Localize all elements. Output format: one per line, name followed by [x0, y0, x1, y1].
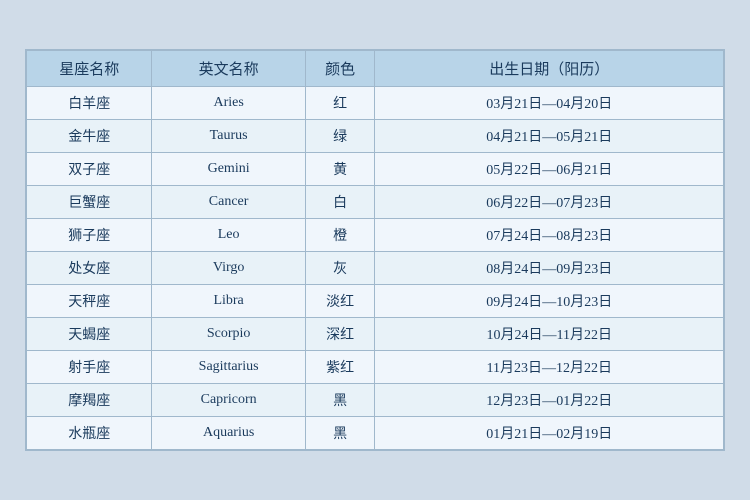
- cell-date: 09月24日—10月23日: [375, 285, 724, 318]
- cell-date: 10月24日—11月22日: [375, 318, 724, 351]
- table-row: 天蝎座Scorpio深红10月24日—11月22日: [27, 318, 724, 351]
- cell-chinese: 处女座: [27, 252, 152, 285]
- zodiac-table-container: 星座名称 英文名称 颜色 出生日期（阳历） 白羊座Aries红03月21日—04…: [25, 49, 725, 451]
- cell-color: 灰: [305, 252, 375, 285]
- cell-english: Scorpio: [152, 318, 305, 351]
- cell-chinese: 狮子座: [27, 219, 152, 252]
- cell-english: Taurus: [152, 120, 305, 153]
- table-row: 水瓶座Aquarius黑01月21日—02月19日: [27, 417, 724, 450]
- table-header-row: 星座名称 英文名称 颜色 出生日期（阳历）: [27, 51, 724, 87]
- cell-chinese: 射手座: [27, 351, 152, 384]
- cell-date: 08月24日—09月23日: [375, 252, 724, 285]
- header-birthdate: 出生日期（阳历）: [375, 51, 724, 87]
- cell-color: 绿: [305, 120, 375, 153]
- cell-color: 橙: [305, 219, 375, 252]
- cell-chinese: 水瓶座: [27, 417, 152, 450]
- cell-english: Capricorn: [152, 384, 305, 417]
- cell-color: 黑: [305, 384, 375, 417]
- table-row: 狮子座Leo橙07月24日—08月23日: [27, 219, 724, 252]
- cell-chinese: 巨蟹座: [27, 186, 152, 219]
- header-english-name: 英文名称: [152, 51, 305, 87]
- cell-color: 紫红: [305, 351, 375, 384]
- table-row: 摩羯座Capricorn黑12月23日—01月22日: [27, 384, 724, 417]
- cell-chinese: 天蝎座: [27, 318, 152, 351]
- cell-english: Cancer: [152, 186, 305, 219]
- cell-chinese: 金牛座: [27, 120, 152, 153]
- cell-english: Aquarius: [152, 417, 305, 450]
- table-row: 双子座Gemini黄05月22日—06月21日: [27, 153, 724, 186]
- cell-date: 12月23日—01月22日: [375, 384, 724, 417]
- cell-english: Libra: [152, 285, 305, 318]
- cell-chinese: 双子座: [27, 153, 152, 186]
- cell-color: 黑: [305, 417, 375, 450]
- cell-english: Sagittarius: [152, 351, 305, 384]
- cell-chinese: 白羊座: [27, 87, 152, 120]
- table-row: 白羊座Aries红03月21日—04月20日: [27, 87, 724, 120]
- cell-color: 淡红: [305, 285, 375, 318]
- cell-date: 11月23日—12月22日: [375, 351, 724, 384]
- cell-english: Aries: [152, 87, 305, 120]
- header-color: 颜色: [305, 51, 375, 87]
- table-row: 处女座Virgo灰08月24日—09月23日: [27, 252, 724, 285]
- cell-english: Virgo: [152, 252, 305, 285]
- header-chinese-name: 星座名称: [27, 51, 152, 87]
- table-row: 金牛座Taurus绿04月21日—05月21日: [27, 120, 724, 153]
- cell-chinese: 天秤座: [27, 285, 152, 318]
- cell-date: 06月22日—07月23日: [375, 186, 724, 219]
- cell-date: 07月24日—08月23日: [375, 219, 724, 252]
- table-row: 天秤座Libra淡红09月24日—10月23日: [27, 285, 724, 318]
- table-row: 巨蟹座Cancer白06月22日—07月23日: [27, 186, 724, 219]
- cell-date: 03月21日—04月20日: [375, 87, 724, 120]
- cell-color: 黄: [305, 153, 375, 186]
- zodiac-table: 星座名称 英文名称 颜色 出生日期（阳历） 白羊座Aries红03月21日—04…: [26, 50, 724, 450]
- cell-date: 04月21日—05月21日: [375, 120, 724, 153]
- table-body: 白羊座Aries红03月21日—04月20日金牛座Taurus绿04月21日—0…: [27, 87, 724, 450]
- cell-date: 05月22日—06月21日: [375, 153, 724, 186]
- cell-chinese: 摩羯座: [27, 384, 152, 417]
- cell-color: 白: [305, 186, 375, 219]
- cell-date: 01月21日—02月19日: [375, 417, 724, 450]
- cell-english: Gemini: [152, 153, 305, 186]
- cell-color: 深红: [305, 318, 375, 351]
- table-row: 射手座Sagittarius紫红11月23日—12月22日: [27, 351, 724, 384]
- cell-english: Leo: [152, 219, 305, 252]
- cell-color: 红: [305, 87, 375, 120]
